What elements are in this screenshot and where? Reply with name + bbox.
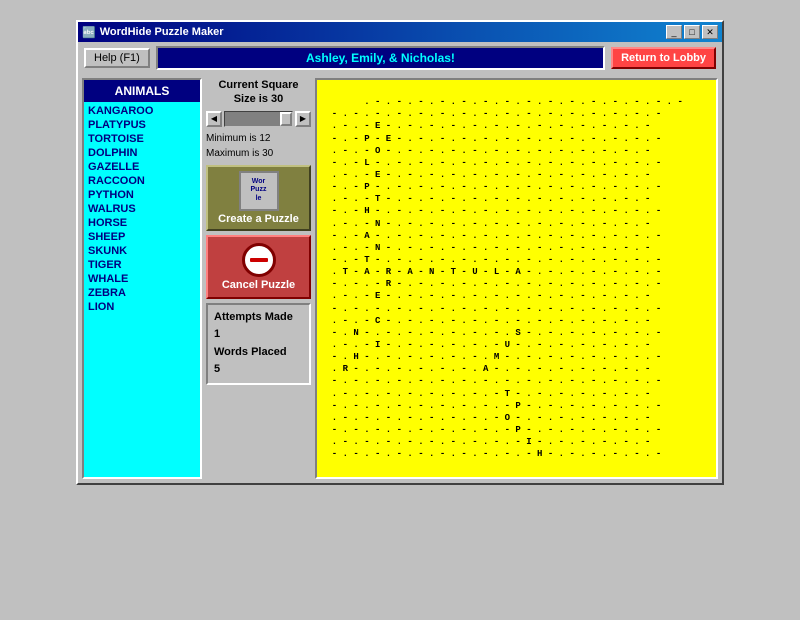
words-placed-value: 5 [214, 361, 303, 379]
min-size-label: Minimum is 12 [206, 131, 311, 146]
word-item[interactable]: WHALE [88, 272, 196, 286]
puzzle-grid: . - . - . - . - . - . - . - . - . - . - … [315, 78, 718, 479]
help-button[interactable]: Help (F1) [84, 48, 150, 68]
cancel-icon [242, 243, 276, 277]
close-button[interactable]: ✕ [702, 25, 718, 39]
app-title: WordHide Puzzle Maker [100, 26, 224, 38]
slider-left-arrow[interactable]: ◀ [206, 111, 222, 127]
word-item[interactable]: HORSE [88, 216, 196, 230]
grid-content: . - . - . - . - . - . - . - . - . - . - … [321, 97, 683, 459]
slider-container: ◀ ▶ [206, 111, 311, 127]
word-item[interactable]: TIGER [88, 258, 196, 272]
attempts-label: Attempts Made [214, 309, 303, 327]
main-content: ANIMALS KANGAROOPLATYPUSTORTOISEDOLPHING… [82, 78, 718, 479]
square-size-section: Current SquareSize is 30 ◀ ▶ Minimum is … [206, 78, 311, 161]
word-item[interactable]: PLATYPUS [88, 118, 196, 132]
word-item[interactable]: ZEBRA [88, 286, 196, 300]
word-item[interactable]: SHEEP [88, 230, 196, 244]
main-window: 🔤 WordHide Puzzle Maker _ □ ✕ Help (F1) … [76, 20, 724, 485]
word-item[interactable]: SKUNK [88, 244, 196, 258]
word-item[interactable]: PYTHON [88, 188, 196, 202]
create-puzzle-label: Create a Puzzle [218, 213, 299, 225]
title-bar-controls: _ □ ✕ [666, 25, 718, 39]
return-to-lobby-button[interactable]: Return to Lobby [611, 47, 716, 69]
minimize-button[interactable]: _ [666, 25, 682, 39]
slider-thumb[interactable] [280, 112, 292, 126]
word-item[interactable]: GAZELLE [88, 160, 196, 174]
slider-track[interactable] [224, 111, 293, 127]
word-item[interactable]: RACCOON [88, 174, 196, 188]
word-list-panel: ANIMALS KANGAROOPLATYPUSTORTOISEDOLPHING… [82, 78, 202, 479]
word-list-header: ANIMALS [84, 80, 200, 102]
app-icon: 🔤 [82, 26, 96, 39]
cancel-puzzle-label: Cancel Puzzle [222, 279, 295, 291]
word-item[interactable]: WALRUS [88, 202, 196, 216]
square-size-label: Current SquareSize is 30 [206, 78, 311, 107]
title-bar: 🔤 WordHide Puzzle Maker _ □ ✕ [78, 22, 722, 42]
cancel-puzzle-button[interactable]: Cancel Puzzle [206, 235, 311, 299]
maximize-button[interactable]: □ [684, 25, 700, 39]
stats-section: Attempts Made 1 Words Placed 5 [206, 303, 311, 385]
puzzle-preview-icon: WorPuzzle [239, 171, 279, 211]
word-list: KANGAROOPLATYPUSTORTOISEDOLPHINGAZELLERA… [84, 102, 200, 477]
cancel-minus-icon [250, 258, 268, 262]
word-item[interactable]: TORTOISE [88, 132, 196, 146]
word-item[interactable]: KANGAROO [88, 104, 196, 118]
attempts-value: 1 [214, 326, 303, 344]
word-item[interactable]: DOLPHIN [88, 146, 196, 160]
title-bar-text: 🔤 WordHide Puzzle Maker [82, 26, 224, 39]
controls-panel: Current SquareSize is 30 ◀ ▶ Minimum is … [206, 78, 311, 479]
current-square-size-text: Current SquareSize is 30 [218, 79, 298, 105]
top-bar: Help (F1) Ashley, Emily, & Nicholas! Ret… [78, 42, 722, 74]
create-puzzle-button[interactable]: WorPuzzle Create a Puzzle [206, 165, 311, 231]
words-placed-label: Words Placed [214, 344, 303, 362]
max-size-label: Maximum is 30 [206, 146, 311, 161]
player-name-display: Ashley, Emily, & Nicholas! [156, 46, 605, 70]
word-item[interactable]: LION [88, 300, 196, 314]
size-limits: Minimum is 12 Maximum is 30 [206, 131, 311, 161]
puzzle-icon-text: WorPuzzle [251, 178, 267, 203]
slider-right-arrow[interactable]: ▶ [295, 111, 311, 127]
